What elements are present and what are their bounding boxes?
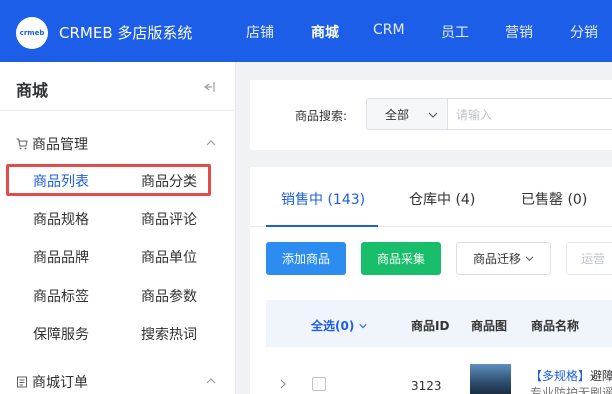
top-bar: crmeb CRMEB 多店版系统 店铺 商城 CRM 员工 营销 分销 xyxy=(0,0,612,62)
tab-on-sale[interactable]: 销售中 (143) xyxy=(281,189,365,209)
brand-name: CRMEB 多店版系统 xyxy=(59,24,193,42)
sidebar-item-guarantee[interactable]: 保障服务 xyxy=(33,324,89,344)
tab-sold-out[interactable]: 已售罄 (0) xyxy=(521,189,587,209)
highlight-box xyxy=(6,164,211,196)
group-mall-orders[interactable]: 商城订单 xyxy=(16,372,88,392)
collect-product-button[interactable]: 商品采集 xyxy=(361,242,441,275)
nav-marketing[interactable]: 营销 xyxy=(505,22,533,42)
order-icon xyxy=(17,376,27,388)
nav-distribution[interactable]: 分销 xyxy=(570,22,598,42)
tab-warehouse[interactable]: 仓库中 (4) xyxy=(409,189,475,209)
collapse-sidebar-icon[interactable] xyxy=(202,80,216,94)
operation-button[interactable]: 运营 xyxy=(566,242,612,275)
sidebar: 商城 商品管理 商品列表 商品分类 商品规格 商品评论 商品品牌 商品单位 商品… xyxy=(0,62,236,394)
sidebar-item-product-spec[interactable]: 商品规格 xyxy=(33,209,89,229)
table-header: 全选(0) 商品ID 商品图 商品名称 xyxy=(266,300,612,347)
select-value: 全部 xyxy=(385,107,410,122)
logo-text: crmeb xyxy=(19,29,45,37)
sidebar-item-product-review[interactable]: 商品评论 xyxy=(141,209,197,229)
chevron-up-icon[interactable] xyxy=(206,138,216,148)
column-header-image: 商品图 xyxy=(471,319,508,333)
migrate-label: 商品迁移 xyxy=(472,252,521,266)
group-product-management[interactable]: 商品管理 xyxy=(16,134,88,154)
add-product-button[interactable]: 添加商品 xyxy=(266,242,346,275)
sidebar-item-product-param[interactable]: 商品参数 xyxy=(141,286,197,306)
chevron-down-icon xyxy=(358,324,367,329)
nav-staff[interactable]: 员工 xyxy=(441,22,469,42)
sidebar-divider xyxy=(0,110,236,111)
search-card: 商品搜索: 全部 请输入 xyxy=(250,80,612,150)
cell-product-name[interactable]: 【多规格】避障 xyxy=(530,367,612,384)
chevron-up-icon[interactable] xyxy=(206,376,216,386)
column-header-name: 商品名称 xyxy=(531,319,580,333)
sidebar-item-product-brand[interactable]: 商品品牌 xyxy=(33,247,89,267)
column-header-id: 商品ID xyxy=(411,319,450,333)
group-label: 商城订单 xyxy=(32,375,88,391)
nav-crm[interactable]: CRM xyxy=(373,22,405,38)
select-all[interactable]: 全选(0) xyxy=(311,317,367,334)
logo[interactable]: crmeb xyxy=(16,17,48,49)
product-list-card: 销售中 (143) 仓库中 (4) 已售罄 (0) 添加商品 商品采集 商品迁移… xyxy=(250,167,612,394)
chevron-down-icon xyxy=(525,256,534,262)
sidebar-title: 商城 xyxy=(16,81,49,100)
migrate-product-button[interactable]: 商品迁移 xyxy=(456,242,551,275)
select-all-label: 全选(0) xyxy=(311,319,355,333)
product-name-text: 避障 xyxy=(590,369,612,383)
sidebar-item-product-tag[interactable]: 商品标签 xyxy=(33,286,89,306)
cart-icon xyxy=(16,138,28,150)
chevron-down-icon xyxy=(428,112,438,118)
nav-store[interactable]: 店铺 xyxy=(246,22,274,42)
active-tab-indicator xyxy=(266,225,378,227)
cell-product-name-line2: 专业防护无刷遥 xyxy=(530,386,612,394)
sidebar-item-hot-search[interactable]: 搜索热词 xyxy=(141,324,197,344)
search-type-select[interactable]: 全部 xyxy=(366,98,448,130)
nav-mall[interactable]: 商城 xyxy=(311,22,339,42)
product-thumbnail[interactable] xyxy=(470,364,511,394)
sidebar-item-product-unit[interactable]: 商品单位 xyxy=(141,247,197,267)
group-label: 商品管理 xyxy=(32,137,88,153)
cell-product-id: 3123 xyxy=(411,379,442,393)
row-checkbox[interactable] xyxy=(312,377,326,391)
expand-row-icon[interactable] xyxy=(279,379,287,389)
spec-tag: 【多规格】 xyxy=(530,369,591,383)
search-label: 商品搜索: xyxy=(295,109,348,123)
search-input[interactable]: 请输入 xyxy=(447,98,612,130)
